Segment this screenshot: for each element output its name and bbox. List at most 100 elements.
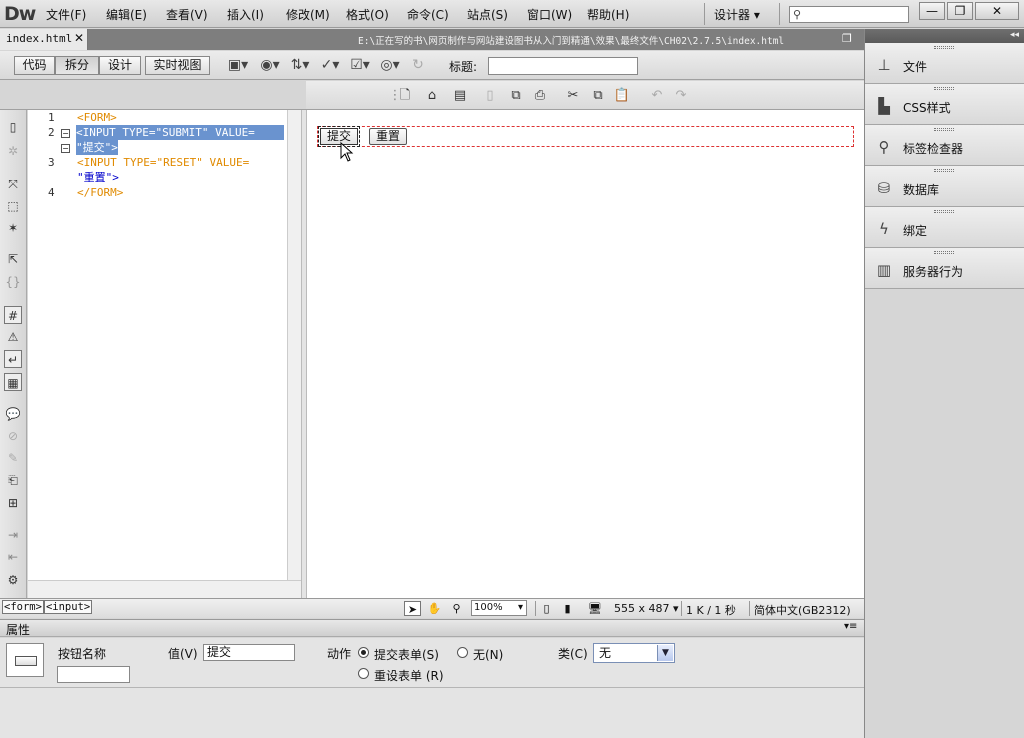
check-browser-icon[interactable]: ✓▾ (318, 56, 342, 75)
line-numbers-icon[interactable]: # (4, 306, 22, 324)
menu-commands[interactable]: 命令(C) (407, 6, 449, 23)
collapse-selection-icon[interactable]: ⬚ (4, 197, 22, 215)
properties-title[interactable]: 属性 (6, 621, 30, 638)
reset-button-preview[interactable]: 重置 (369, 128, 407, 145)
menu-file[interactable]: 文件(F) (46, 6, 86, 23)
new-document-icon[interactable]: 🗋 (395, 87, 415, 105)
refresh-icon[interactable]: ↻ (406, 56, 430, 75)
copy-icon[interactable]: ⧉ (588, 87, 608, 105)
close-button[interactable]: ✕ (975, 2, 1019, 20)
design-view-button[interactable]: 设计 (99, 56, 141, 75)
panel-grip[interactable] (934, 46, 954, 49)
fold-collapse-icon[interactable]: − (61, 144, 70, 153)
undo-icon[interactable]: ↶ (647, 87, 667, 105)
panel-grip[interactable] (934, 128, 954, 131)
document-tab[interactable]: index.html ✕ (0, 29, 88, 50)
tag-form[interactable]: <form> (2, 600, 44, 614)
code-vertical-scrollbar[interactable] (287, 110, 301, 580)
button-name-input[interactable] (57, 666, 130, 683)
window-dimensions[interactable]: 555 x 487 ▾ (614, 602, 679, 615)
menu-edit[interactable]: 编辑(E) (106, 6, 147, 23)
remove-comment-icon[interactable]: ⊘ (4, 427, 22, 445)
action-submit-label[interactable]: 提交表单(S) (374, 646, 439, 663)
panel-grip[interactable] (934, 87, 954, 90)
paste-icon[interactable]: 📋 (612, 87, 632, 105)
move-css-icon[interactable]: ⊞ (4, 494, 22, 512)
page-title-input[interactable] (488, 57, 638, 75)
file-management-icon[interactable]: ⇅▾ (288, 56, 312, 75)
zoom-select[interactable]: 100% ▾ (471, 600, 527, 616)
class-select[interactable]: 无 ▼ (593, 643, 675, 663)
redo-icon[interactable]: ↷ (671, 87, 691, 105)
recent-snippets-icon[interactable]: ⎗ (4, 471, 22, 489)
window-size-medium-icon[interactable]: ▮ (559, 601, 576, 616)
menu-insert[interactable]: 插入(I) (227, 6, 264, 23)
select-parent-tag-icon[interactable]: ⇱ (4, 250, 22, 268)
panel-bindings[interactable]: ϟ 绑定 (865, 207, 1024, 248)
panel-files[interactable]: ⊥ 文件 (865, 43, 1024, 84)
syntax-coloring-icon[interactable]: ▦ (4, 373, 22, 391)
outdent-code-icon[interactable]: ⇤ (4, 548, 22, 566)
collapse-full-tag-icon[interactable]: ⤧ (4, 175, 22, 193)
zoom-tool-icon[interactable]: ⚲ (448, 601, 465, 616)
balance-braces-icon[interactable]: {} (4, 273, 22, 291)
menu-help[interactable]: 帮助(H) (587, 6, 629, 23)
window-size-desktop-icon[interactable]: 🖥 (584, 601, 606, 616)
panel-grip[interactable] (934, 251, 954, 254)
select-tool-icon[interactable]: ➤ (404, 601, 421, 616)
panel-databases[interactable]: ⛁ 数据库 (865, 166, 1024, 207)
help-search-input[interactable]: ⚲ (789, 6, 909, 23)
menu-site[interactable]: 站点(S) (467, 6, 508, 23)
print-code-icon[interactable]: ⎙ (530, 87, 550, 105)
visual-aids-icon[interactable]: ◎▾ (378, 56, 402, 75)
menu-view[interactable]: 查看(V) (166, 6, 208, 23)
expand-all-icon[interactable]: ✶ (4, 219, 22, 237)
menu-modify[interactable]: 修改(M) (286, 6, 330, 23)
window-size-small-icon[interactable]: ▯ (538, 601, 555, 616)
tag-input[interactable]: <input> (43, 600, 93, 614)
open-icon[interactable]: ⌂ (422, 87, 442, 105)
highlight-invalid-icon[interactable]: ⚠ (4, 328, 22, 346)
value-input[interactable]: 提交 (203, 644, 295, 661)
panel-server-behaviors[interactable]: ▥ 服务器行为 (865, 248, 1024, 289)
apply-comment-icon[interactable]: 💬 (4, 405, 22, 423)
open-documents-icon[interactable]: ▯ (4, 118, 22, 136)
indent-code-icon[interactable]: ⇥ (4, 526, 22, 544)
cut-icon[interactable]: ✂ (563, 87, 583, 105)
code-editor[interactable]: <FORM> <INPUT TYPE="SUBMIT" VALUE= "提交">… (73, 110, 287, 580)
action-reset-label[interactable]: 重设表单 (R) (374, 667, 444, 684)
action-none-label[interactable]: 无(N) (473, 646, 503, 663)
collapse-panels-icon[interactable]: ◂◂ (1010, 30, 1019, 40)
close-tab-icon[interactable]: ✕ (74, 31, 84, 45)
preview-browser-icon[interactable]: ◉▾ (258, 56, 282, 75)
validate-icon[interactable]: ☑▾ (348, 56, 372, 75)
panel-css-styles[interactable]: ▙ CSS样式 (865, 84, 1024, 125)
menu-window[interactable]: 窗口(W) (527, 6, 572, 23)
action-submit-radio[interactable] (358, 647, 369, 658)
design-view-canvas[interactable] (307, 110, 864, 598)
save-icon[interactable]: ▯ (480, 87, 500, 105)
menu-format[interactable]: 格式(O) (346, 6, 389, 23)
action-reset-radio[interactable] (358, 668, 369, 679)
restore-document-icon[interactable]: ❐ (842, 32, 852, 45)
minimize-button[interactable]: — (919, 2, 945, 20)
action-none-radio[interactable] (457, 647, 468, 658)
hand-tool-icon[interactable]: ✋ (426, 601, 443, 616)
panel-grip[interactable] (934, 169, 954, 172)
save-all-icon[interactable]: ⧉ (506, 87, 526, 105)
code-horizontal-scrollbar[interactable] (28, 580, 301, 598)
workspace-switcher[interactable]: 设计器 ▾ (714, 6, 760, 23)
split-view-button[interactable]: 拆分 (55, 56, 99, 75)
wrap-tag-icon[interactable]: ✎ (4, 449, 22, 467)
panel-menu-icon[interactable]: ▾≡ (844, 621, 857, 632)
format-source-icon[interactable]: ⚙ (4, 571, 22, 589)
restore-button[interactable]: ❐ (947, 2, 973, 20)
word-wrap-icon[interactable]: ↵ (4, 350, 22, 368)
code-view-button[interactable]: 代码 (14, 56, 55, 75)
show-code-navigator-icon[interactable]: ✲ (4, 142, 22, 160)
browse-bridge-icon[interactable]: ▤ (450, 87, 470, 105)
panel-tag-inspector[interactable]: ⚲ 标签检查器 (865, 125, 1024, 166)
live-view-button[interactable]: 实时视图 (145, 56, 210, 75)
multiscreen-icon[interactable]: ▣▾ (226, 56, 250, 75)
fold-collapse-icon[interactable]: − (61, 129, 70, 138)
